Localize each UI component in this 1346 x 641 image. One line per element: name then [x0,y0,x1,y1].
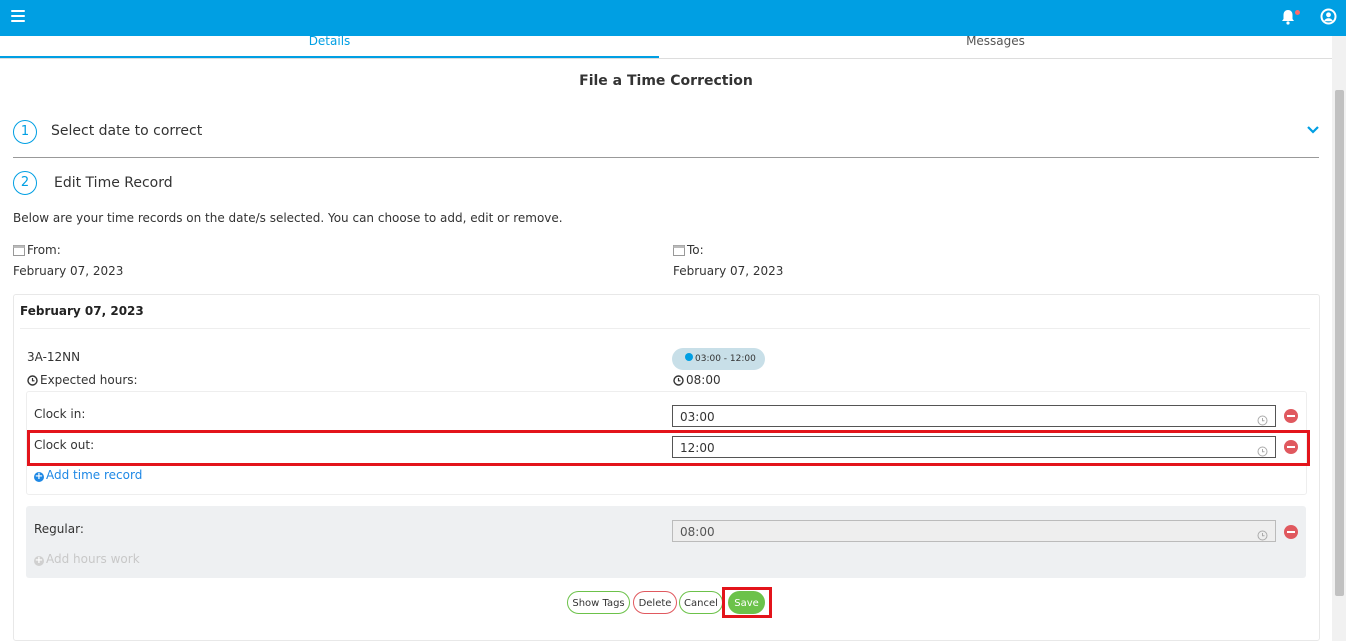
regular-hours-value: 08:00 [680,525,715,539]
instructions-text: Below are your time records on the date/… [13,211,563,225]
scrollbar-thumb[interactable] [1335,90,1344,596]
step-2-number: 2 [13,171,37,195]
expected-hours-value: 08:00 [686,373,721,387]
hours-work-box [26,506,1306,578]
to-label-group: To: [673,243,704,259]
expected-hours-label: Expected hours: [40,373,138,387]
from-date: February 07, 2023 [13,264,124,278]
record-date-heading: February 07, 2023 [20,304,144,318]
calendar-icon [673,244,685,259]
regular-label: Regular: [34,522,84,536]
plus-circle-icon: + [34,471,44,482]
clock-out-input[interactable]: 12:00 [672,436,1276,458]
divider [13,157,1319,158]
step-2-label: Edit Time Record [54,175,173,191]
page-title: File a Time Correction [579,73,753,89]
step-1-number: 1 [13,120,37,144]
clock-out-label: Clock out: [34,438,95,452]
show-tags-button[interactable]: Show Tags [567,591,630,614]
clock-icon [673,375,684,389]
shift-schedule-pill: 03:00 - 12:00 [672,348,765,370]
clock-icon[interactable] [1257,442,1268,464]
clock-in-label: Clock in: [34,407,86,421]
tab-messages[interactable]: Messages [659,35,1332,56]
calendar-icon [13,244,25,259]
shift-code: 3A-12NN [27,350,81,364]
plus-circle-icon: + [34,555,44,566]
tab-bar: Details Messages [0,35,1332,59]
hamburger-menu-icon[interactable] [11,10,25,24]
shift-pill-text: 03:00 - 12:00 [695,354,756,364]
from-label: From: [27,243,61,257]
clock-in-input[interactable]: 03:00 [672,405,1276,427]
add-time-record-label: Add time record [46,468,143,482]
expected-hours-group: Expected hours: [27,373,138,389]
clock-in-value: 03:00 [680,410,715,424]
shift-dot-icon [685,353,693,361]
add-hours-work-link: + Add hours work [34,552,140,566]
card-divider [20,328,1310,329]
remove-clock-in-button[interactable] [1284,409,1298,423]
to-label: To: [687,243,704,257]
notification-dot [1295,10,1300,15]
add-time-record-link[interactable]: + Add time record [34,468,142,482]
delete-button[interactable]: Delete [633,591,677,614]
cancel-button[interactable]: Cancel [679,591,723,614]
notification-bell-icon[interactable] [1279,8,1300,29]
expected-hours-value-group: 08:00 [673,373,721,389]
step-1-label[interactable]: Select date to correct [51,123,202,139]
to-date: February 07, 2023 [673,264,784,278]
user-account-icon[interactable] [1320,8,1337,28]
save-button[interactable]: Save [728,591,765,614]
regular-hours-input: 08:00 [672,520,1276,542]
remove-clock-out-button[interactable] [1284,440,1298,454]
remove-regular-button[interactable] [1284,525,1298,539]
clock-icon [27,375,38,389]
clock-out-value: 12:00 [680,441,715,455]
from-label-group: From: [13,243,61,259]
clock-icon [1257,526,1268,548]
add-hours-work-label: Add hours work [46,552,140,566]
top-app-bar [0,0,1346,36]
tab-details[interactable]: Details [0,35,659,58]
chevron-down-icon[interactable] [1306,124,1320,139]
